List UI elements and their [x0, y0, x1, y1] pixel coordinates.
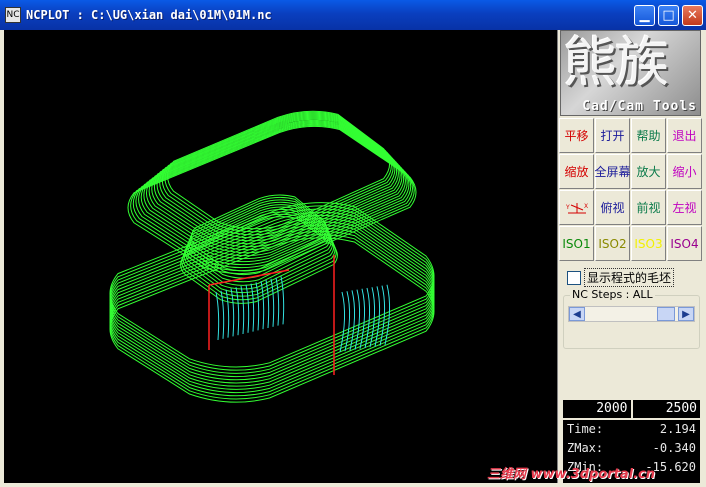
cut-wall-stroke [235, 287, 240, 336]
toolbar-button-5[interactable]: 全屏幕 [595, 154, 631, 189]
svg-text:Y: Y [565, 204, 570, 211]
toolbar-button-0[interactable]: 平移 [559, 118, 594, 153]
maximize-button[interactable]: □ [658, 5, 679, 26]
toolbar-button-14[interactable]: ISO3 [631, 226, 666, 261]
command-grid: 平移 打开 帮助 退出 缩放 全屏幕 放大 缩小 Y X 俯视 前视 左视 ISO1 ISO2 ISO3 ISO… [559, 118, 702, 261]
cut-wall-stroke [255, 282, 260, 331]
watermark: 三维网 www.3dportal.cn [487, 467, 656, 482]
toolbar-button-3[interactable]: 退出 [667, 118, 702, 153]
toolbar-button-2[interactable]: 帮助 [631, 118, 666, 153]
nc-steps-label: NC Steps : ALL [570, 288, 655, 301]
zmax-label: ZMax: [567, 441, 604, 455]
toolbar-button-13[interactable]: ISO2 [595, 226, 630, 261]
toolbar-button-11[interactable]: 左视 [667, 190, 702, 225]
step-start: 2000 [563, 400, 631, 418]
step-end: 2500 [632, 400, 700, 418]
toolbar-button-1[interactable]: 打开 [595, 118, 630, 153]
toolbar-button-4[interactable]: 缩放 [559, 154, 594, 189]
cut-wall-stroke [339, 291, 346, 353]
toolbar-button-12[interactable]: ISO1 [559, 226, 594, 261]
toolbar-button-6[interactable]: 放大 [631, 154, 666, 189]
time-row: Time: 2.194 [563, 420, 700, 439]
axes-icon[interactable]: YX [559, 190, 594, 225]
scroll-right-arrow-icon[interactable]: ▶ [678, 307, 694, 321]
logo-subtitle: Cad/Cam Tools [582, 99, 697, 114]
cut-wall-stroke [240, 285, 245, 335]
control-panel: 熊族 Cad/Cam Tools 平移 打开 帮助 退出 缩放 全屏幕 放大 缩小 Y X 俯视 前视… [559, 30, 704, 483]
cut-wall-stroke [225, 289, 230, 338]
scroll-thumb[interactable] [657, 307, 675, 321]
cut-wall-stroke [250, 283, 255, 332]
svg-text:X: X [584, 203, 588, 210]
nc-steps-scrollbar[interactable]: ◀ ▶ [568, 306, 695, 322]
close-button[interactable]: ✕ [682, 5, 703, 26]
cut-wall-stroke [369, 287, 376, 348]
toolbar-button-9[interactable]: 俯视 [595, 190, 630, 225]
time-label: Time: [567, 422, 604, 436]
toolbar-button-10[interactable]: 前视 [631, 190, 666, 225]
cut-wall-stroke [364, 287, 371, 349]
nc-steps-group: NC Steps : ALL ◀ ▶ [563, 288, 700, 349]
zmax-value: -0.340 [652, 441, 696, 455]
toolpath-drawing [109, 110, 435, 403]
step-range: 2000 2500 [563, 400, 700, 418]
minimize-button[interactable]: ▁ [634, 5, 655, 26]
scroll-left-arrow-icon[interactable]: ◀ [569, 307, 585, 321]
logo-chars: 熊族 [563, 31, 669, 94]
cut-wall-stroke [265, 279, 270, 329]
show-stock-option[interactable]: 显示程式的毛坯 [567, 268, 675, 287]
app-icon[interactable]: NC [5, 7, 21, 23]
show-stock-checkbox[interactable] [567, 270, 581, 285]
time-value: 2.194 [659, 422, 696, 436]
toolpath-viewport[interactable] [4, 30, 558, 483]
toolbar-button-15[interactable]: ISO4 [667, 226, 702, 261]
cut-wall-stroke [280, 276, 285, 325]
window-title: NCPLOT : C:\UG\xian dai\01M\01M.nc [26, 8, 272, 22]
cut-wall-stroke [220, 290, 225, 339]
toolbar-button-7[interactable]: 缩小 [667, 154, 702, 189]
show-stock-label[interactable]: 显示程式的毛坯 [584, 268, 675, 287]
cut-wall-stroke [215, 291, 220, 341]
zmax-row: ZMax: -0.340 [563, 439, 700, 458]
title-bar[interactable]: NC NCPLOT : C:\UG\xian dai\01M\01M.nc ▁ … [0, 0, 706, 30]
brand-logo: 熊族 Cad/Cam Tools [560, 30, 701, 116]
